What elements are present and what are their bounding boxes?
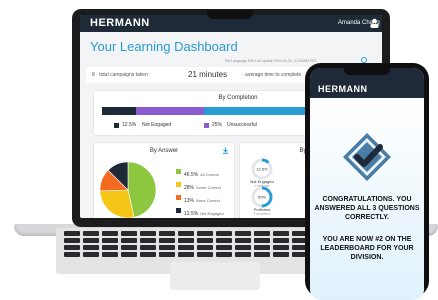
keyboard-key <box>273 252 289 257</box>
answer-legend-label: Not Engaged <box>200 211 224 216</box>
page-title: Your Learning Dashboard <box>90 39 238 54</box>
laptop-camera-notch <box>207 10 253 19</box>
leaderboard-message: YOU ARE NOW #2 ON THE LEADERBOARD FOR YO… <box>320 236 414 261</box>
completion-segment-unsuccessful <box>136 107 204 115</box>
answer-legend-swatch <box>176 195 181 201</box>
keyboard-key <box>216 252 232 257</box>
answer-legend-row: 13% None Correct <box>176 189 220 204</box>
by-answer-legend: 46.5% All Correct 28% Some Correct 13% None C… <box>176 163 234 217</box>
keyboard-key <box>197 238 213 243</box>
answer-legend-row: 28% Some Correct <box>176 176 221 191</box>
keyboard-key <box>273 231 289 236</box>
keyboard-key <box>197 252 213 257</box>
answer-legend-swatch <box>176 169 181 175</box>
phone-notch <box>344 68 390 75</box>
keyboard-key <box>64 231 80 236</box>
keyboard-key <box>102 245 118 250</box>
keyboard-key <box>83 245 99 250</box>
keyboard-key <box>254 252 270 257</box>
keyboard-key <box>64 245 80 250</box>
keyboard-key <box>121 252 137 257</box>
keyboard-key <box>254 238 270 243</box>
keyboard-key <box>159 252 175 257</box>
keyboard-key <box>235 245 251 250</box>
by-answer-title: By Answer <box>149 148 179 154</box>
keyboard-key <box>159 231 175 236</box>
keyboard-key <box>197 245 213 250</box>
brand-logo: HERMANN <box>90 17 150 29</box>
keyboard-key <box>178 245 194 250</box>
phone-screen: HERMANN CONGRATULATIONS. YOU ANSWERED AL… <box>310 68 424 300</box>
keyboard-key <box>178 252 194 257</box>
keyboard-key <box>121 245 137 250</box>
keyboard-key <box>64 252 80 257</box>
legend-not-engaged-label: Not Engaged <box>142 122 172 128</box>
answer-legend-swatch <box>176 182 181 188</box>
keyboard-key <box>273 245 289 250</box>
by-answer-pie <box>99 161 157 218</box>
phone-brand-logo: HERMANN <box>318 84 368 94</box>
keyboard-key <box>216 231 232 236</box>
keyboard-key <box>235 231 251 236</box>
keyboard-key <box>216 245 232 250</box>
keyboard-key <box>140 245 156 250</box>
legend-not-engaged-swatch <box>114 123 119 128</box>
keyboard-key <box>140 231 156 236</box>
keyboard-key <box>140 252 156 257</box>
phone-device: HERMANN CONGRATULATIONS. YOU ANSWERED AL… <box>305 63 429 300</box>
keyboard-key <box>254 245 270 250</box>
completion-segment-not-engaged <box>102 107 136 115</box>
time-stat-label: · average time to complete <box>242 72 302 78</box>
legend-unsuccessful-label: Unsuccessful <box>227 122 257 128</box>
congratulations-message: CONGRATULATIONS. YOU ANSWERED ALL 3 QUES… <box>314 196 420 221</box>
keyboard-key <box>273 238 289 243</box>
answer-legend-swatch <box>176 208 181 214</box>
keyboard-key <box>216 238 232 243</box>
keyboard-key <box>102 238 118 243</box>
keyboard-key <box>235 238 251 243</box>
keyboard-key <box>121 238 137 243</box>
keyboard-key <box>83 231 99 236</box>
keyboard-key <box>159 238 175 243</box>
keyboard-key <box>83 238 99 243</box>
keyboard-key <box>235 252 251 257</box>
keyboard-key <box>178 231 194 236</box>
gauge-value: 50% <box>258 195 266 200</box>
keyboard-key <box>178 238 194 243</box>
keyboard-key <box>140 238 156 243</box>
campaigns-stat: 8 · total campaigns taken <box>92 72 148 78</box>
phone-header: HERMANN <box>310 68 424 98</box>
laptop-trackpad <box>170 262 260 290</box>
keyboard-key <box>64 238 80 243</box>
answer-legend-row: 46.5% All Correct <box>176 163 219 178</box>
checkmark-badge-icon <box>343 133 391 181</box>
keyboard-key <box>159 245 175 250</box>
gauge-value: 12.5% <box>256 167 268 172</box>
answer-legend-pct: 12.5% <box>184 211 199 217</box>
by-answer-card: By Answer 46.5% All Correct 28% Some Correc… <box>94 143 234 218</box>
phone-body: CONGRATULATIONS. YOU ANSWERED ALL 3 QUES… <box>310 98 424 300</box>
answer-legend-row: 12.5% Not Engaged <box>176 202 224 217</box>
keyboard-key <box>121 231 137 236</box>
pie-slice-some-correct <box>99 189 135 218</box>
legend-not-engaged-pct: 12.5% <box>122 122 137 128</box>
time-stat-value: 21 minutes <box>188 70 228 79</box>
download-icon[interactable] <box>222 147 229 154</box>
user-icon[interactable] <box>370 18 379 28</box>
gauge-sub: 4 campaigns <box>253 212 271 216</box>
keyboard-key <box>197 231 213 236</box>
keyboard-key <box>254 231 270 236</box>
legend-unsuccessful-pct: 25% <box>212 122 223 128</box>
keyboard-key <box>102 252 118 257</box>
keyboard-key <box>83 252 99 257</box>
legend-unsuccessful-swatch <box>204 123 209 128</box>
keyboard-key <box>102 231 118 236</box>
last-updated-text: Ref Language Edit List Update 2019-04-03… <box>225 59 317 63</box>
